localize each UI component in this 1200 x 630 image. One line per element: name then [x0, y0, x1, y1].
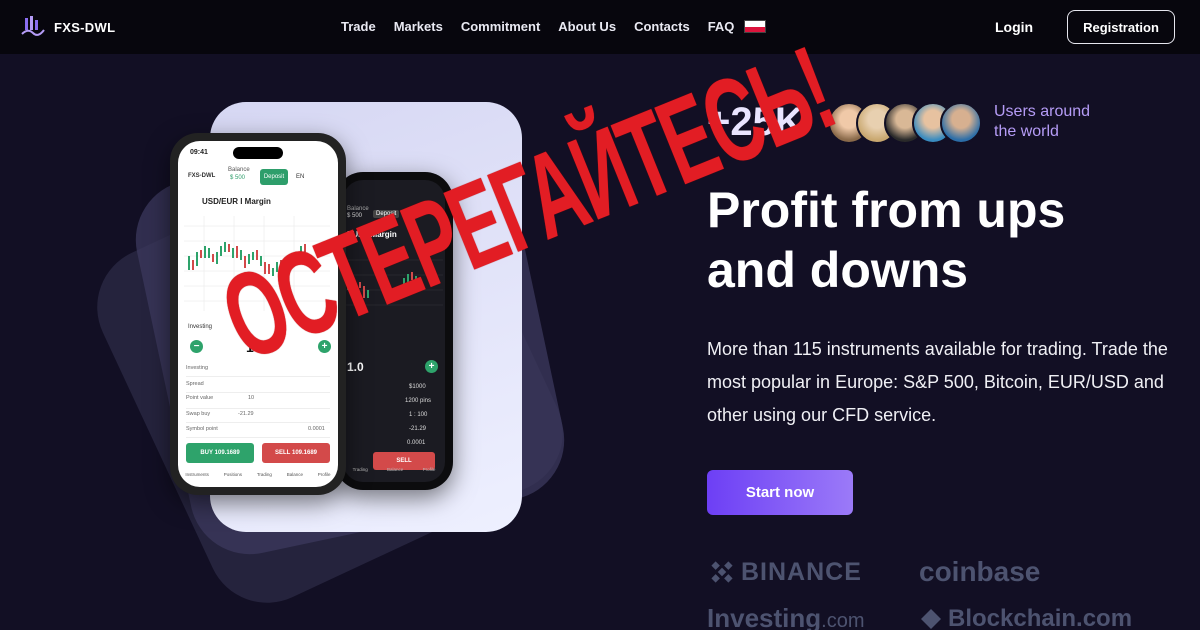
- logo-text: FXS-DWL: [54, 19, 116, 35]
- headline-line2: and downs: [707, 242, 969, 298]
- row-label: Swap buy: [186, 411, 211, 417]
- investing-logo: Investing.com: [707, 603, 864, 630]
- sell-label: SELL: [274, 450, 291, 456]
- phone-time: 09:41: [190, 149, 208, 156]
- phone-notch: [233, 147, 283, 159]
- tab-profile: Profile: [422, 467, 436, 472]
- start-now-button[interactable]: Start now: [707, 470, 853, 515]
- plus-icon: +: [425, 360, 438, 373]
- buy-button: BUY 109.1689: [186, 443, 254, 463]
- hero-description: More than 115 instruments available for …: [707, 339, 1168, 425]
- users-caption-line2: the world: [994, 123, 1059, 140]
- tab-bar: Instruments Positions Trading Balance Pr…: [178, 472, 338, 477]
- coinbase-logo: coinbase: [919, 556, 1041, 587]
- login-link[interactable]: Login: [995, 19, 1033, 35]
- row-value: -21.29: [238, 411, 254, 417]
- tab-bar-dark: Trading Balance Profile: [343, 467, 445, 472]
- table-row: Swap buy -21.29: [186, 411, 330, 423]
- app-logo-text: FXS-DWL: [188, 173, 216, 179]
- row-label: Point value: [186, 395, 214, 401]
- investing-text: Investing: [707, 603, 822, 630]
- tab-profile: Profile: [317, 472, 331, 477]
- binance-logo: BINANCE: [707, 557, 862, 587]
- blockchain-logo: Blockchain.com: [920, 605, 1132, 630]
- users-caption: Users around the world: [994, 102, 1090, 142]
- tab-trading: Trading: [256, 472, 272, 477]
- avatar: [940, 102, 982, 144]
- hero-headline: Profit from ups and downs: [707, 180, 1065, 300]
- table-row: Point value 10: [186, 395, 330, 409]
- tab-instruments: Instruments: [185, 472, 209, 477]
- pair-title: USD/EUR I Margin: [202, 197, 271, 206]
- nav-faq[interactable]: FAQ: [708, 19, 735, 34]
- tab-trading: Trading: [352, 467, 368, 472]
- poland-flag-icon[interactable]: [744, 20, 767, 33]
- main-nav: Trade Markets Commitment About Us Contac…: [341, 19, 767, 34]
- sell-label: SELL: [396, 458, 412, 464]
- row-label: Spread: [186, 381, 204, 387]
- row-value: 1 : 100: [409, 412, 428, 418]
- sell-price: 109.1689: [291, 450, 318, 456]
- deposit-button: Deposit: [260, 169, 288, 185]
- nav-about-us[interactable]: About Us: [558, 19, 616, 34]
- row-value: 1200 pins: [405, 398, 432, 404]
- row-value: 0.0001: [308, 426, 325, 432]
- minus-icon: −: [190, 340, 203, 353]
- binance-text: BINANCE: [741, 557, 862, 586]
- user-avatars: [828, 102, 982, 146]
- table-row: Symbol point 0.0001: [186, 426, 330, 438]
- balance-value: $ 500: [230, 175, 246, 181]
- investing-label: Investing: [188, 324, 213, 330]
- nav-trade[interactable]: Trade: [341, 19, 376, 34]
- registration-button[interactable]: Registration: [1067, 10, 1175, 44]
- tab-positions: Positions: [223, 472, 242, 477]
- buy-label: BUY: [200, 450, 213, 456]
- tab-balance: Balance: [286, 472, 303, 477]
- investing-suffix: .com: [821, 610, 865, 630]
- blockchain-text: Blockchain.com: [948, 605, 1133, 630]
- row-label: Symbol point: [186, 426, 218, 432]
- users-caption-line1: Users around: [994, 103, 1091, 120]
- logo[interactable]: FXS-DWL: [20, 14, 115, 40]
- row-value: -21.29: [409, 426, 427, 432]
- nav-contacts[interactable]: Contacts: [634, 19, 690, 34]
- amount-value: 1.0: [347, 360, 364, 374]
- row-value: $1000: [409, 384, 426, 390]
- language-label: EN: [296, 174, 305, 180]
- buy-price: 109.1689: [214, 450, 240, 456]
- tab-balance: Balance: [387, 467, 404, 472]
- row-value: 10: [248, 395, 255, 401]
- nav-commitment[interactable]: Commitment: [461, 19, 540, 34]
- blockchain-icon: [921, 609, 941, 629]
- headline-line1: Profit from ups: [707, 182, 1066, 238]
- top-navbar: FXS-DWL Trade Markets Commitment About U…: [0, 0, 1200, 54]
- sell-button: SELL 109.1689: [262, 443, 330, 463]
- row-value: 0.0001: [407, 440, 426, 446]
- logo-icon: [21, 16, 45, 36]
- binance-icon: [711, 561, 733, 583]
- row-label: Investing: [186, 365, 209, 371]
- nav-markets[interactable]: Markets: [394, 19, 443, 34]
- balance-label: Balance: [228, 167, 250, 173]
